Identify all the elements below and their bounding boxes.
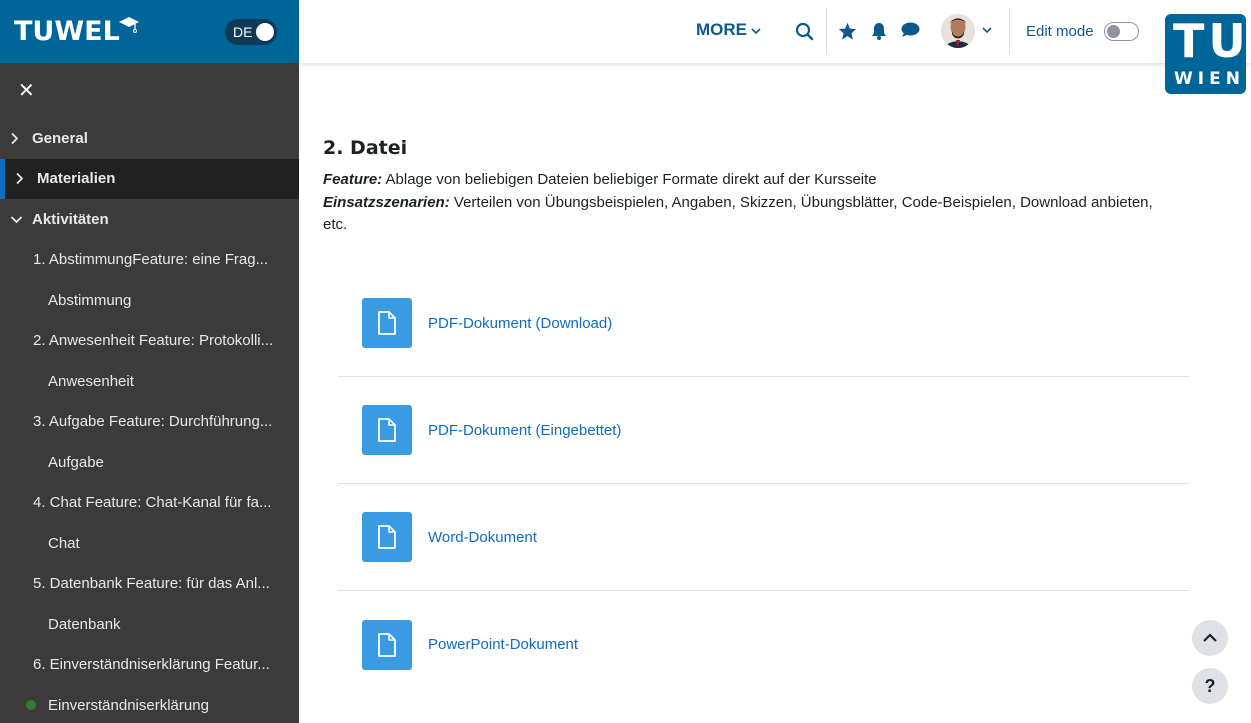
sidebar-item-chat[interactable]: Chat bbox=[0, 523, 299, 564]
activity-link[interactable]: PowerPoint-Dokument bbox=[428, 636, 578, 653]
sidebar-item-aufgabe[interactable]: Aufgabe bbox=[0, 442, 299, 483]
tu-wien-logo[interactable]: TU WIEN bbox=[1165, 14, 1246, 94]
more-menu[interactable]: MORE bbox=[696, 20, 761, 40]
chevron-right-icon[interactable] bbox=[10, 132, 32, 145]
language-toggle[interactable]: DE bbox=[225, 18, 277, 45]
sidebar-item-label: Abstimmung bbox=[48, 291, 132, 309]
activity-link[interactable]: Word-Dokument bbox=[428, 529, 537, 546]
section-summary: Feature: Ablage von beliebigen Dateien b… bbox=[323, 169, 1153, 237]
file-icon[interactable] bbox=[362, 512, 412, 562]
sidebar-item-label: General bbox=[32, 129, 88, 147]
top-navbar: MORE Edit mode bbox=[299, 0, 1251, 63]
drawer-header: ✕ bbox=[0, 63, 299, 118]
sidebar-item-einverständniserklärung[interactable]: Einverständniserklärung bbox=[0, 685, 299, 723]
course-index: General Materialien Aktivitäten 1. Abstimmu… bbox=[0, 118, 299, 723]
file-icon[interactable] bbox=[362, 298, 412, 348]
sidebar-item-3-aufgabe-feature-durchführung[interactable]: 3. Aufgabe Feature: Durchführung... bbox=[0, 402, 299, 443]
divider bbox=[826, 8, 827, 54]
divider bbox=[1009, 8, 1010, 54]
file-icon[interactable] bbox=[362, 619, 412, 670]
sidebar-item-abstimmung[interactable]: Abstimmung bbox=[0, 280, 299, 321]
file-icon[interactable] bbox=[362, 405, 412, 455]
sidebar-item-label: 4. Chat Feature: Chat-Kanal für fa... bbox=[33, 494, 272, 512]
sidebar-item-datenbank[interactable]: Datenbank bbox=[0, 604, 299, 645]
search-icon[interactable] bbox=[795, 22, 814, 41]
messages-icon[interactable] bbox=[901, 22, 920, 38]
activity-link[interactable]: PDF-Dokument (Eingebettet) bbox=[428, 422, 621, 439]
more-label: MORE bbox=[696, 20, 747, 39]
user-avatar[interactable] bbox=[941, 14, 975, 48]
sidebar-item-label: Chat bbox=[48, 534, 80, 552]
edit-mode-label: Edit mode bbox=[1026, 23, 1094, 40]
star-icon[interactable] bbox=[838, 22, 857, 40]
sidebar-item-5-datenbank-feature-für-das-an[interactable]: 5. Datenbank Feature: für das Anl... bbox=[0, 564, 299, 605]
course-index-drawer: TUWEL DE ✕ General Materialien Aktivitäten… bbox=[0, 0, 299, 723]
tu-wien-logo-top: TU bbox=[1173, 14, 1250, 68]
brand-bar: TUWEL DE bbox=[0, 0, 299, 63]
activity-item: PDF-Dokument (Eingebettet) bbox=[338, 377, 1189, 484]
sidebar-item-label: 2. Anwesenheit Feature: Protokolli... bbox=[33, 332, 274, 350]
user-menu-chevron-icon[interactable] bbox=[982, 27, 992, 34]
sidebar-item-label: Aktivitäten bbox=[32, 210, 109, 228]
completion-dot-icon bbox=[26, 700, 36, 711]
chevron-right-icon[interactable] bbox=[15, 172, 37, 185]
sidebar-item-label: 6. Einverständniserklärung Featur... bbox=[33, 656, 270, 674]
sidebar-item-4-chat-feature-chat-kanal-für-[interactable]: 4. Chat Feature: Chat-Kanal für fa... bbox=[0, 483, 299, 524]
bell-icon[interactable] bbox=[871, 22, 887, 40]
sidebar-item-1-abstimmungfeature-eine-frag[interactable]: 1. AbstimmungFeature: eine Frag... bbox=[0, 240, 299, 281]
sidebar-item-label: 1. AbstimmungFeature: eine Frag... bbox=[33, 251, 269, 269]
sidebar-item-anwesenheit[interactable]: Anwesenheit bbox=[0, 361, 299, 402]
sidebar-item-label: Datenbank bbox=[48, 615, 121, 633]
activity-item: Word-Dokument bbox=[338, 484, 1189, 591]
chevron-down-icon[interactable] bbox=[10, 215, 32, 224]
activity-link[interactable]: PDF-Dokument (Download) bbox=[428, 315, 612, 332]
sidebar-item-2-anwesenheit-feature-protokol[interactable]: 2. Anwesenheit Feature: Protokolli... bbox=[0, 321, 299, 362]
sidebar-item-materialien[interactable]: Materialien bbox=[0, 158, 299, 199]
section-title: 2. Datei bbox=[323, 137, 408, 159]
edit-mode-switch[interactable] bbox=[1103, 22, 1139, 41]
sidebar-item-aktivitäten[interactable]: Aktivitäten bbox=[0, 199, 299, 240]
chevron-up-icon bbox=[1203, 633, 1217, 642]
sidebar-item-label: Einverständniserklärung bbox=[48, 696, 209, 714]
activity-item: PowerPoint-Dokument bbox=[338, 591, 1189, 698]
sidebar-item-label: Aufgabe bbox=[48, 453, 104, 471]
tuwel-logo[interactable]: TUWEL bbox=[14, 16, 140, 47]
help-button[interactable]: ? bbox=[1192, 668, 1228, 704]
sidebar-item-label: Anwesenheit bbox=[48, 372, 134, 390]
activity-item: PDF-Dokument (Download) bbox=[338, 270, 1189, 377]
scenario-label: Einsatzszenarien: bbox=[323, 193, 450, 211]
language-label: DE bbox=[233, 23, 253, 40]
feature-text: Ablage von beliebigen Dateien beliebiger… bbox=[382, 171, 877, 188]
close-icon[interactable]: ✕ bbox=[18, 81, 35, 101]
tu-wien-logo-bottom: WIEN bbox=[1174, 69, 1245, 89]
help-label: ? bbox=[1204, 675, 1216, 696]
sidebar-item-label: Materialien bbox=[37, 170, 116, 188]
switch-knob bbox=[1106, 25, 1120, 38]
sidebar-item-label: 3. Aufgabe Feature: Durchführung... bbox=[33, 413, 273, 431]
sidebar-item-6-einverständniserklärung-feat[interactable]: 6. Einverständniserklärung Featur... bbox=[0, 645, 299, 686]
main-content: 2. Datei Feature: Ablage von beliebigen … bbox=[299, 63, 1251, 723]
back-to-top-button[interactable] bbox=[1192, 620, 1228, 656]
graduation-cap-icon bbox=[118, 15, 140, 38]
sidebar-item-label: 5. Datenbank Feature: für das Anl... bbox=[33, 575, 270, 593]
language-toggle-knob bbox=[256, 22, 274, 41]
sidebar-item-general[interactable]: General bbox=[0, 118, 299, 159]
chevron-down-icon bbox=[751, 20, 761, 40]
logo-text: TUWEL bbox=[14, 16, 120, 47]
edit-mode-toggle[interactable]: Edit mode bbox=[1026, 22, 1139, 41]
feature-label: Feature: bbox=[323, 171, 383, 188]
